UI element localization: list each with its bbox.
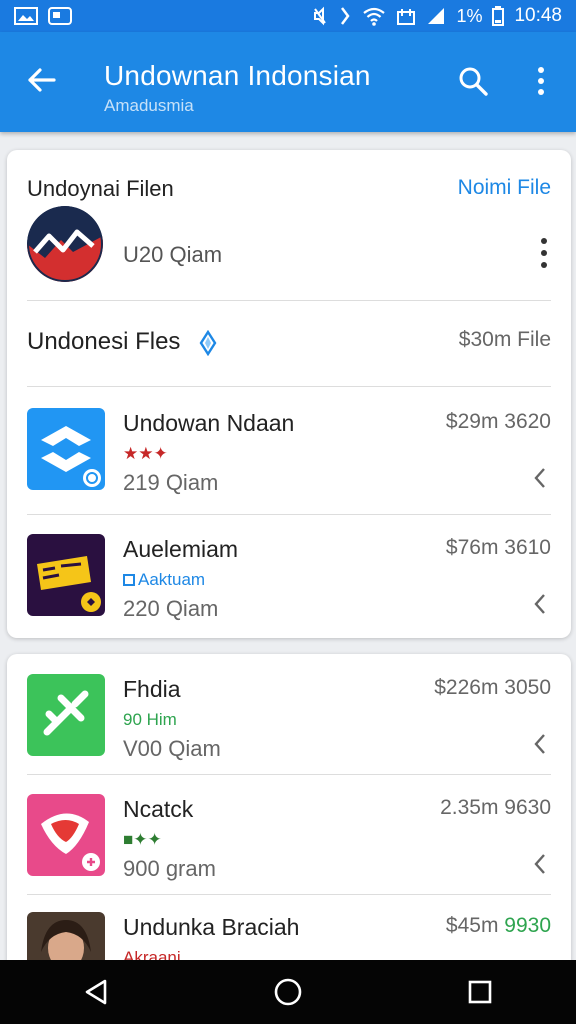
app-subtext: V00 Qiam xyxy=(123,736,221,761)
wifi-icon xyxy=(362,6,386,26)
search-icon[interactable] xyxy=(456,64,490,98)
mute-icon xyxy=(312,6,328,26)
page-subtitle: Amadusmia xyxy=(104,96,194,115)
section-meta: $30m File xyxy=(458,328,551,351)
app-icon xyxy=(27,794,105,876)
section-title: Undonesi Fles xyxy=(27,328,181,355)
more-vert-icon[interactable] xyxy=(528,64,554,98)
section-row[interactable]: Undonesi Fles $30m File xyxy=(27,328,551,368)
app-meta-prefix: $45m xyxy=(445,914,499,937)
list-item[interactable]: Ncatck ■✦✦ 900 gram 2.35m 9630 xyxy=(27,794,551,914)
files-card: Undoynai Filen Noimi File U20 Qiam Undon… xyxy=(7,150,571,638)
app-tag: Aaktuam xyxy=(123,570,205,590)
navigation-bar xyxy=(0,960,576,1024)
recents-square-icon[interactable] xyxy=(460,972,500,1012)
vibrate-icon xyxy=(338,6,352,26)
app-meta: $76m 3610 xyxy=(445,536,551,559)
publisher-logo xyxy=(27,206,103,282)
divider xyxy=(27,300,551,301)
more-files-link[interactable]: Noimi File xyxy=(458,176,551,200)
data-icon xyxy=(396,6,416,26)
divider xyxy=(27,386,551,387)
chevron-left-icon[interactable] xyxy=(533,732,547,756)
divider xyxy=(27,514,551,515)
chevron-left-icon[interactable] xyxy=(533,852,547,876)
app-subtext: 900 gram xyxy=(123,856,216,881)
card-title: Undoynai Filen xyxy=(27,176,174,201)
app-subtext: 219 Qiam xyxy=(123,470,219,495)
home-circle-icon[interactable] xyxy=(268,972,308,1012)
app-meta-suffix: 9930 xyxy=(504,914,551,937)
chevron-left-icon[interactable] xyxy=(533,466,547,490)
app-name: Undunka Braciah xyxy=(123,914,300,940)
signal-icon xyxy=(426,6,446,26)
back-arrow-icon[interactable] xyxy=(24,62,60,98)
app-name: Ncatck xyxy=(123,796,194,822)
app-name: Auelemiam xyxy=(123,536,239,562)
status-left xyxy=(14,7,72,25)
app-name: Fhdia xyxy=(123,676,181,702)
list-item[interactable]: Fhdia 90 Him V00 Qiam $226m 3050 xyxy=(27,674,551,794)
status-right: 1% 10:48 xyxy=(312,5,562,27)
app-tag-text: Aaktuam xyxy=(138,570,206,589)
app-subtext: 220 Qiam xyxy=(123,596,219,621)
battery-icon xyxy=(492,6,505,26)
tag-square-icon xyxy=(123,574,135,586)
clock: 10:48 xyxy=(514,5,562,26)
chevron-left-icon[interactable] xyxy=(533,592,547,616)
divider xyxy=(27,774,551,775)
status-bar: 1% 10:48 xyxy=(0,0,576,32)
app-meta: 2.35m 9630 xyxy=(440,796,551,819)
publisher-count: U20 Qiam xyxy=(123,242,223,267)
card-header: Undoynai Filen Noimi File xyxy=(27,176,551,206)
image-icon xyxy=(14,7,38,25)
app-icon xyxy=(27,534,105,616)
back-triangle-icon[interactable] xyxy=(76,972,116,1012)
publisher-row[interactable]: U20 Qiam xyxy=(27,206,551,296)
list-item[interactable]: Undunka Braciah Akraani $45m 9930 xyxy=(27,912,551,962)
app-tag: 90 Him xyxy=(123,710,177,729)
page-title: Undownan Indonsian xyxy=(104,60,371,91)
verified-badge-icon xyxy=(199,329,217,357)
app-meta: $226m 3050 xyxy=(434,676,551,699)
app-meta: $29m 3620 xyxy=(445,410,551,433)
app-icon xyxy=(27,408,105,490)
battery-percent: 1% xyxy=(456,5,483,26)
app-icon xyxy=(27,674,105,756)
rating-stars: ★★✦ xyxy=(123,444,168,463)
cast-icon xyxy=(48,7,72,25)
avatar xyxy=(27,912,105,962)
rating-stars: ■✦✦ xyxy=(123,830,162,849)
app-bar: Undownan Indonsian Amadusmia xyxy=(0,32,576,132)
app-name: Undowan Ndaan xyxy=(123,410,295,436)
list-item[interactable]: Undowan Ndaan ★★✦ 219 Qiam $29m 3620 xyxy=(27,408,551,528)
list-item[interactable]: Auelemiam Aaktuam 220 Qiam $76m 3610 xyxy=(27,534,551,654)
more-vert-icon[interactable] xyxy=(537,236,551,270)
apps-card: Fhdia 90 Him V00 Qiam $226m 3050 Ncatck … xyxy=(7,654,571,974)
app-meta: $45m 9930 xyxy=(446,914,551,938)
divider xyxy=(27,894,551,895)
